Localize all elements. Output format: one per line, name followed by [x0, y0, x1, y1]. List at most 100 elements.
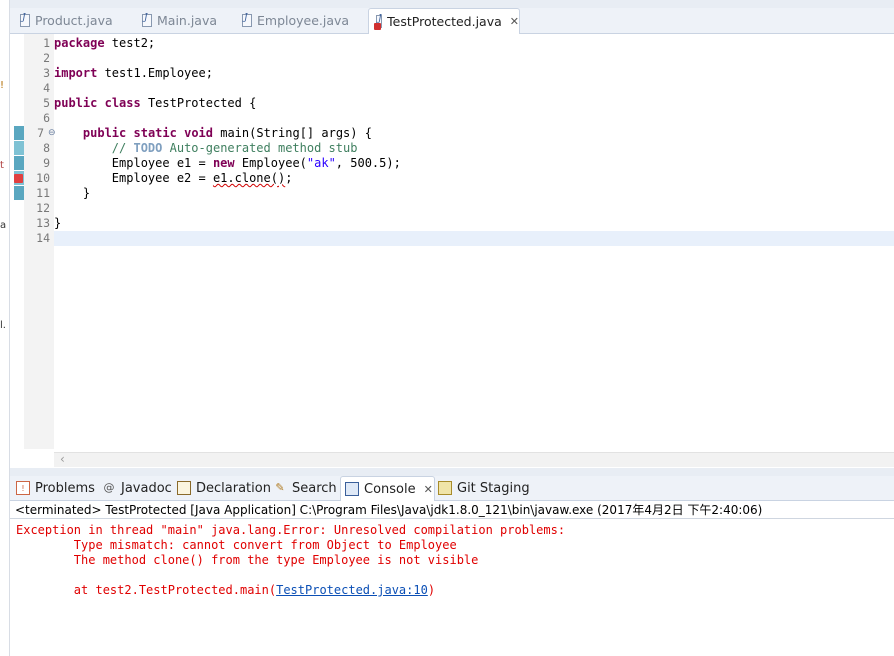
keyword: class: [104, 96, 141, 110]
tab-label: Problems: [35, 480, 95, 496]
comment: Auto-generated method stub: [162, 141, 358, 155]
code-editor[interactable]: 1 2 3 4 5 6 7 ⊖ 8 9 10 11 12 13 14 packa…: [10, 34, 894, 468]
keyword: new: [212, 156, 235, 170]
tab-testprotected-java[interactable]: TestProtected.java ✕: [368, 8, 520, 34]
error-underline[interactable]: e1.clone(): [213, 171, 285, 185]
console-line: Exception in thread "main" java.lang.Err…: [16, 523, 573, 537]
problems-icon: !: [16, 481, 30, 495]
line-number: 5: [43, 96, 50, 110]
line-number: 8: [43, 141, 50, 155]
code-text: }: [54, 186, 91, 200]
line-number: 9: [43, 156, 50, 170]
code-text: Employee e1 =: [54, 156, 213, 170]
declaration-icon: [177, 481, 191, 495]
todo-tag: TODO: [133, 141, 163, 155]
code-line: public class TestProtected {: [54, 96, 894, 111]
warning-icon: !: [0, 80, 5, 91]
tab-label: Git Staging: [457, 480, 530, 496]
truncated-text-icon: a: [0, 220, 7, 231]
truncated-text-icon-2: l.: [0, 320, 6, 331]
error-marker-icon[interactable]: [14, 174, 23, 183]
java-file-icon: [20, 13, 30, 27]
code-text: TestProtected {: [140, 96, 257, 110]
horizontal-scrollbar[interactable]: ‹: [54, 452, 894, 467]
code-line: }: [54, 216, 894, 231]
line-number: 6: [43, 111, 50, 125]
tab-label: Employee.java: [257, 13, 350, 28]
line-number: 1: [43, 36, 50, 50]
current-line: [54, 231, 894, 246]
tab-console[interactable]: Console ✕: [340, 476, 435, 501]
tab-label: TestProtected.java: [387, 14, 502, 29]
code-text: main(String[] args) {: [213, 126, 372, 140]
line-number: 14: [36, 231, 50, 245]
java-file-icon: [242, 13, 252, 27]
java-file-error-icon: [373, 14, 383, 30]
tab-label: Main.java: [157, 13, 218, 28]
string-literal: "ak": [306, 156, 336, 170]
code-text: test2;: [104, 36, 156, 50]
tab-problems[interactable]: ! Problems: [16, 476, 95, 500]
tab-declaration[interactable]: Declaration: [177, 476, 271, 500]
eclipse-window: ! t a l. Product.java Main.java Employee…: [0, 0, 894, 656]
code-line: Employee e2 = e1.clone();: [54, 171, 894, 186]
keyword: static: [133, 126, 177, 140]
console-icon: [345, 482, 359, 496]
code-line: // TODO Auto-generated method stub: [54, 141, 894, 156]
annotation-ruler: [10, 34, 24, 454]
change-marker: [14, 156, 24, 170]
keyword: import: [54, 66, 98, 80]
tab-label: Search: [292, 480, 337, 496]
code-line: import test1.Employee;: [54, 66, 894, 81]
tab-main-java[interactable]: Main.java: [142, 8, 217, 33]
tab-label: Console: [364, 481, 416, 497]
git-staging-icon: [438, 481, 452, 495]
code-line: public static void main(String[] args) {: [54, 126, 894, 141]
java-file-icon: [142, 13, 152, 27]
tab-git-staging[interactable]: Git Staging: [438, 476, 530, 500]
code-text-area[interactable]: package test2; import test1.Employee; pu…: [54, 34, 894, 449]
console-process-header: <terminated> TestProtected [Java Applica…: [10, 501, 894, 519]
at-icon: @: [103, 481, 115, 494]
comment: //: [111, 141, 134, 155]
line-number: 7: [37, 126, 44, 140]
line-number: 4: [43, 81, 50, 95]
code-text: }: [54, 216, 62, 230]
close-icon[interactable]: ✕: [424, 483, 433, 496]
keyword: public: [54, 96, 98, 110]
stacktrace-text: at test2.TestProtected.main(: [16, 583, 277, 597]
line-number: 11: [36, 186, 50, 200]
tab-javadoc[interactable]: @ Javadoc: [102, 476, 172, 500]
line-number: 2: [43, 51, 50, 65]
error-icon: t: [0, 160, 4, 171]
line-number: 3: [43, 66, 50, 80]
line-number: 13: [36, 216, 50, 230]
tab-product-java[interactable]: Product.java: [20, 8, 113, 33]
code-text: ;: [285, 171, 293, 185]
console-stacktrace-line: at test2.TestProtected.main(TestProtecte…: [16, 583, 435, 598]
line-number: 12: [36, 201, 50, 215]
code-text: Employee(: [234, 156, 307, 170]
console-view[interactable]: <terminated> TestProtected [Java Applica…: [10, 501, 894, 656]
line-number-gutter: 1 2 3 4 5 6 7 ⊖ 8 9 10 11 12 13 14: [24, 34, 56, 449]
keyword: void: [184, 126, 213, 140]
console-line: Type mismatch: cannot convert from Objec…: [16, 538, 457, 552]
change-marker: [14, 186, 24, 200]
keyword: public: [82, 126, 127, 140]
view-tab-bar: ! Problems @ Javadoc Declaration ✎ Searc…: [10, 476, 894, 501]
scroll-left-icon[interactable]: ‹: [60, 452, 65, 466]
stacktrace-text: ): [427, 583, 436, 597]
tab-label: Declaration: [196, 480, 271, 496]
tab-search[interactable]: ✎ Search: [273, 476, 337, 500]
line-number: 10: [36, 171, 50, 185]
tab-label: Javadoc: [121, 480, 172, 496]
code-text: Employee e2 =: [54, 171, 213, 185]
tab-employee-java[interactable]: Employee.java: [242, 8, 349, 33]
flashlight-icon: ✎: [275, 481, 285, 494]
source-link[interactable]: TestProtected.java:10: [276, 583, 428, 597]
close-icon[interactable]: ✕: [510, 15, 519, 28]
keyword: package: [54, 36, 105, 50]
code-line: package test2;: [54, 36, 894, 51]
